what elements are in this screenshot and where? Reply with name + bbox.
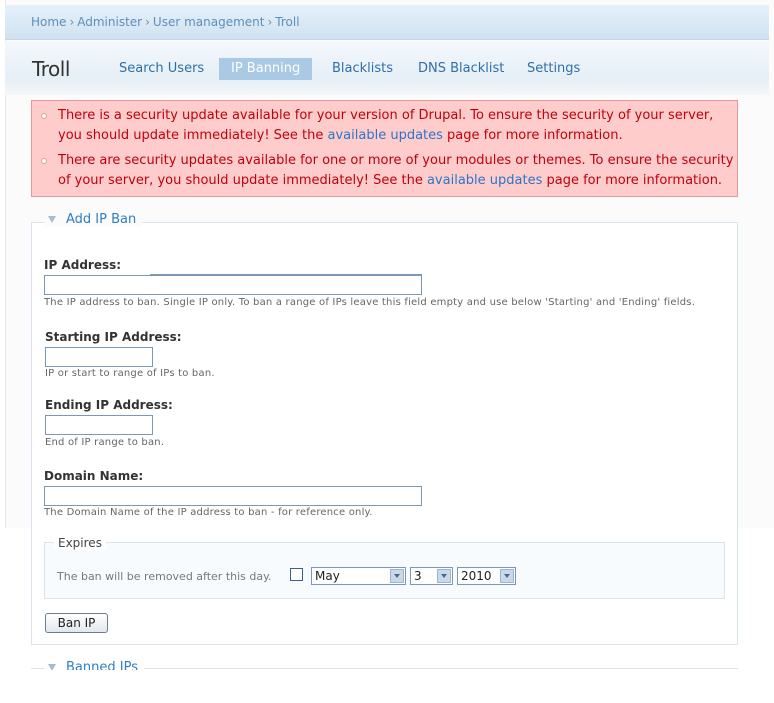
add-ip-ban-legend[interactable]: Add IP Ban [44, 212, 143, 227]
year-select[interactable]: 2010 [457, 567, 516, 585]
message-text: page for more information. [542, 173, 723, 188]
breadcrumb-user-management[interactable]: User management [153, 15, 265, 29]
bullet-icon [41, 158, 47, 164]
ending-ip-label: Ending IP Address: [45, 398, 173, 412]
year-select-value: 2010 [461, 569, 492, 583]
breadcrumb-separator: › [267, 15, 273, 29]
ip-address-label: IP Address: [44, 258, 122, 272]
ban-ip-button[interactable]: Ban IP [45, 613, 108, 633]
add-ip-ban-legend-label: Add IP Ban [66, 212, 137, 227]
page-header: Troll Search Users IP Banning Blacklists… [5, 41, 769, 95]
tab-settings[interactable]: Settings [515, 58, 592, 80]
chevron-down-icon [500, 569, 514, 583]
message-text: page for more information. [442, 128, 623, 143]
ip-address-input[interactable] [44, 275, 422, 295]
breadcrumb-separator: › [69, 15, 75, 29]
tab-ip-banning[interactable]: IP Banning [219, 58, 313, 80]
domain-name-description: The Domain Name of the IP address to ban… [44, 507, 373, 518]
bullet-icon [41, 113, 47, 119]
day-select-value: 3 [414, 569, 422, 583]
month-select-value: May [315, 569, 340, 583]
page-title: Troll [32, 57, 70, 81]
security-message-drupal: There is a security update available for… [41, 106, 734, 146]
tab-blacklists[interactable]: Blacklists [320, 58, 405, 80]
ending-ip-input[interactable] [45, 415, 153, 435]
tab-dns-blacklist[interactable]: DNS Blacklist [406, 58, 516, 80]
security-message-modules: There are security updates available for… [41, 151, 734, 191]
banned-ips-legend[interactable]: Banned IPs [44, 660, 144, 670]
domain-name-label: Domain Name: [44, 469, 144, 483]
collapse-triangle-icon [48, 216, 56, 223]
collapse-triangle-icon [48, 664, 56, 670]
starting-ip-description: IP or start to range of IPs to ban. [45, 368, 215, 379]
starting-ip-label: Starting IP Address: [45, 330, 182, 344]
tab-search-users[interactable]: Search Users [107, 58, 216, 80]
breadcrumb-home[interactable]: Home [31, 15, 66, 29]
breadcrumb-bar: Home › Administer › User management › Troll [5, 5, 769, 40]
expires-checkbox[interactable] [290, 568, 303, 581]
error-messages: There is a security update available for… [31, 100, 738, 197]
chevron-down-icon [390, 569, 404, 583]
expires-description: The ban will be removed after this day. [57, 570, 272, 583]
breadcrumb-separator: › [145, 15, 150, 29]
breadcrumb-administer[interactable]: Administer [77, 15, 142, 29]
ending-ip-description: End of IP range to ban. [45, 437, 165, 448]
breadcrumb: Home › Administer › User management › Troll [31, 15, 300, 29]
domain-name-input[interactable] [44, 486, 422, 506]
available-updates-link[interactable]: available updates [427, 173, 542, 188]
available-updates-link[interactable]: available updates [328, 128, 443, 143]
day-select[interactable]: 3 [410, 567, 453, 585]
month-select[interactable]: May [311, 567, 406, 585]
expires-legend: Expires [54, 536, 106, 550]
ip-address-description: The IP address to ban. Single IP only. T… [44, 297, 696, 308]
chevron-down-icon [437, 569, 451, 583]
breadcrumb-troll[interactable]: Troll [275, 15, 299, 29]
banned-ips-legend-label: Banned IPs [66, 660, 138, 670]
starting-ip-input[interactable] [45, 347, 153, 367]
